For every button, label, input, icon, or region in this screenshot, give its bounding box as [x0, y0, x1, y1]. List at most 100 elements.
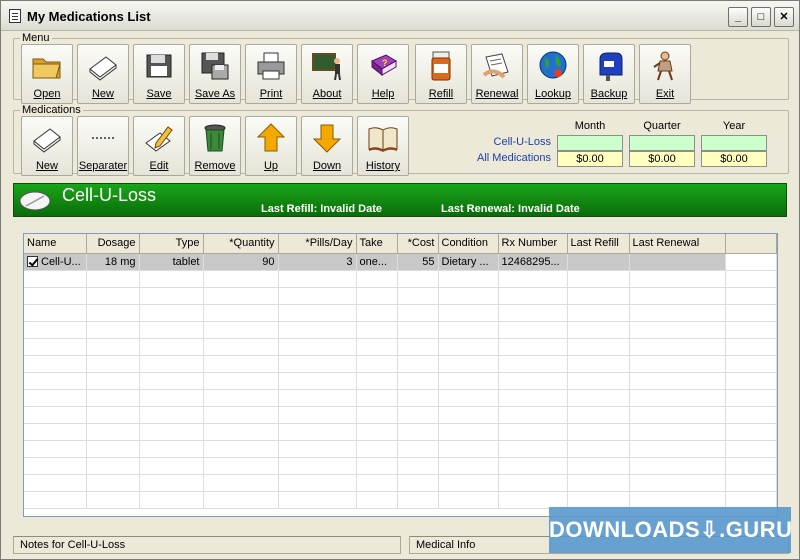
column-header-name[interactable]: Name: [24, 234, 87, 254]
empty-table-row: [24, 389, 777, 407]
empty-cell: [356, 372, 398, 390]
empty-cell: [86, 423, 140, 441]
cell-type[interactable]: tablet: [139, 253, 204, 271]
save-button[interactable]: Save: [133, 44, 185, 104]
empty-cell: [397, 287, 439, 305]
history-button[interactable]: History: [357, 116, 409, 176]
empty-cell: [203, 423, 279, 441]
column-header-condition[interactable]: Condition: [438, 234, 499, 254]
column-header-last-refill[interactable]: Last Refill: [567, 234, 630, 254]
cell-quantity[interactable]: 90: [203, 253, 279, 271]
empty-cell: [356, 406, 398, 424]
empty-cell: [397, 389, 439, 407]
empty-cell: [498, 440, 568, 458]
last-renewal-text: Last Renewal: Invalid Date: [441, 203, 580, 215]
open-button[interactable]: Open: [21, 44, 73, 104]
cell-cost[interactable]: 55: [397, 253, 439, 271]
empty-cell: [567, 321, 630, 339]
empty-table-row: [24, 287, 777, 305]
empty-cell: [725, 304, 777, 322]
empty-cell: [356, 389, 398, 407]
row-checkbox[interactable]: [27, 255, 38, 267]
empty-cell: [498, 321, 568, 339]
empty-cell: [356, 355, 398, 373]
empty-cell: [438, 474, 499, 492]
empty-cell: [86, 406, 140, 424]
cell-last-renewal[interactable]: [629, 253, 726, 271]
cell-name-text: Cell-U...: [41, 255, 81, 268]
cell-condition[interactable]: Dietary ...: [438, 253, 499, 271]
help-button[interactable]: ? Help: [357, 44, 409, 104]
history-book-icon: [368, 127, 398, 152]
cell-dosage[interactable]: 18 mg: [86, 253, 140, 271]
column-header-last-renewal[interactable]: Last Renewal: [629, 234, 726, 254]
empty-cell: [438, 406, 499, 424]
menu-group-label: Menu: [20, 32, 52, 44]
month-header: Month: [574, 120, 606, 132]
empty-cell: [356, 423, 398, 441]
table-row[interactable]: Cell-U... 18 mg tablet 90 3 one... 55 Di…: [24, 253, 777, 271]
column-header-cost[interactable]: *Cost: [397, 234, 439, 254]
empty-cell: [139, 372, 204, 390]
mailbox-icon: [599, 52, 623, 81]
notes-status-panel[interactable]: Notes for Cell-U-Loss: [13, 536, 401, 554]
exit-button[interactable]: Exit: [639, 44, 691, 104]
empty-cell: [139, 321, 204, 339]
close-button[interactable]: ✕: [774, 7, 794, 27]
medications-table[interactable]: Name Dosage Type *Quantity *Pills/Day Ta…: [23, 233, 778, 517]
refill-button[interactable]: Refill: [415, 44, 467, 104]
empty-cell: [438, 457, 499, 475]
cell-take[interactable]: one...: [356, 253, 398, 271]
empty-cell: [356, 304, 398, 322]
empty-cell: [629, 304, 726, 322]
cell-pills-per-day[interactable]: 3: [278, 253, 357, 271]
new-file-button[interactable]: New: [77, 44, 129, 104]
notepad-app-icon: [9, 9, 21, 23]
new-document-icon: [33, 128, 61, 153]
empty-cell: [86, 440, 140, 458]
column-header-quantity[interactable]: *Quantity: [203, 234, 279, 254]
title-bar[interactable]: My Medications List _ □ ✕: [1, 1, 799, 31]
edit-button[interactable]: Edit: [133, 116, 185, 176]
new-medication-button[interactable]: New: [21, 116, 73, 176]
empty-cell: [278, 338, 357, 356]
save-as-button[interactable]: Save As: [189, 44, 241, 104]
chalkboard-icon: [312, 53, 341, 81]
cell-last-refill[interactable]: [567, 253, 630, 271]
empty-cell: [203, 474, 279, 492]
empty-cell: [438, 423, 499, 441]
renewal-button[interactable]: Renewal: [471, 44, 523, 104]
column-header-rx-number[interactable]: Rx Number: [498, 234, 568, 254]
cell-rx-number[interactable]: 12468295...: [498, 253, 568, 271]
down-button[interactable]: Down: [301, 116, 353, 176]
column-header-dosage[interactable]: Dosage: [86, 234, 140, 254]
lookup-button[interactable]: Lookup: [527, 44, 579, 104]
edit-pencil-icon: [145, 126, 173, 152]
empty-cell: [498, 389, 568, 407]
minimize-button[interactable]: _: [728, 7, 748, 27]
empty-cell: [139, 355, 204, 373]
empty-cell: [725, 474, 777, 492]
about-button[interactable]: About: [301, 44, 353, 104]
empty-cell: [86, 389, 140, 407]
column-header-pills-per-day[interactable]: *Pills/Day: [278, 234, 357, 254]
separator-button[interactable]: Separater: [77, 116, 129, 176]
maximize-button[interactable]: □: [751, 7, 771, 27]
empty-cell: [356, 287, 398, 305]
all-quarter-cost: $0.00: [629, 151, 695, 167]
print-button[interactable]: Print: [245, 44, 297, 104]
empty-cell: [86, 491, 140, 509]
empty-cell: [139, 474, 204, 492]
column-header-type[interactable]: Type: [139, 234, 204, 254]
column-header-take[interactable]: Take: [356, 234, 398, 254]
empty-cell: [725, 338, 777, 356]
open-label: Open: [33, 88, 61, 100]
window-title: My Medications List: [27, 9, 151, 24]
empty-cell: [498, 287, 568, 305]
empty-cell: [498, 270, 568, 288]
empty-cell: [629, 457, 726, 475]
cell-name[interactable]: Cell-U...: [24, 253, 87, 271]
remove-button[interactable]: Remove: [189, 116, 241, 176]
up-button[interactable]: Up: [245, 116, 297, 176]
backup-button[interactable]: Backup: [583, 44, 635, 104]
